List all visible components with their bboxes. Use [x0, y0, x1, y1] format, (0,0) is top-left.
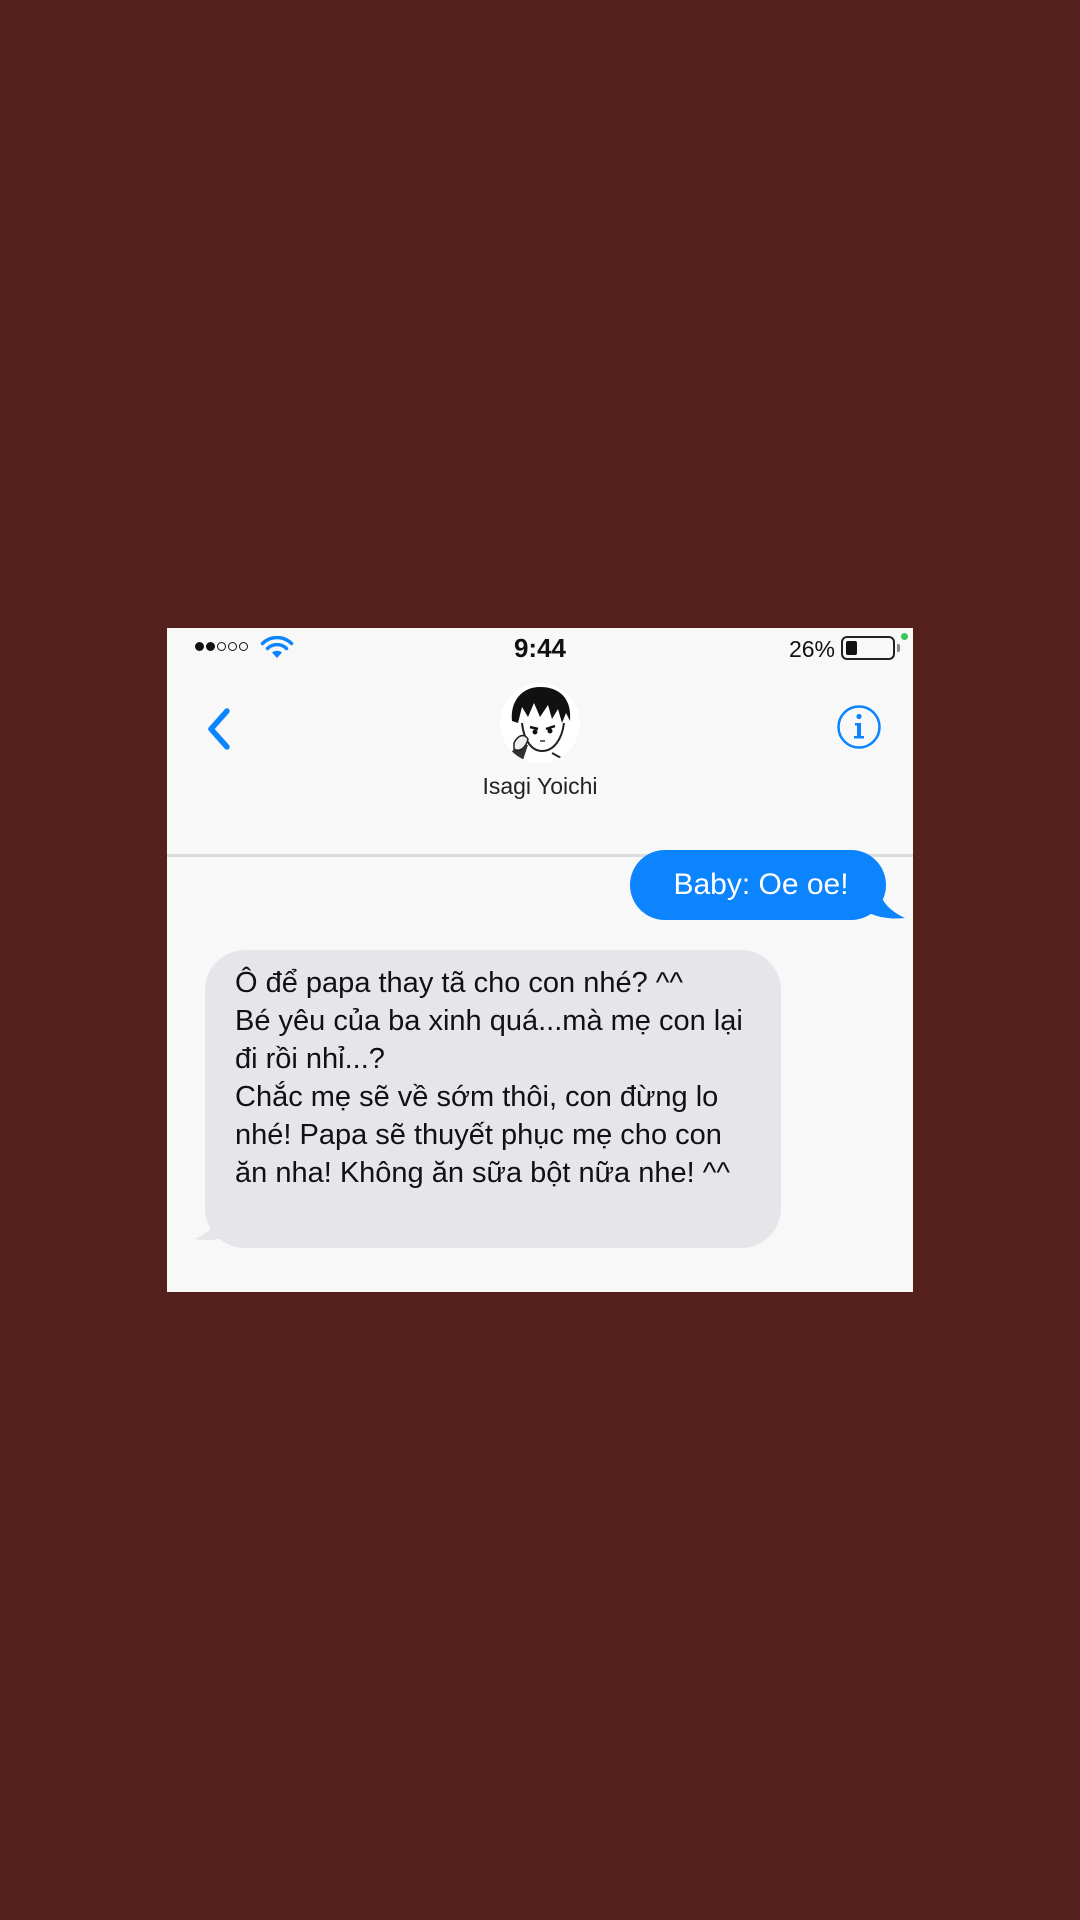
avatar-illustration: [500, 683, 580, 763]
conversation-header: Isagi Yoichi: [167, 668, 913, 857]
contact-name[interactable]: Isagi Yoichi: [167, 773, 913, 800]
battery-level: [846, 641, 857, 655]
battery-percent: 26%: [788, 636, 835, 662]
avatar[interactable]: [500, 683, 580, 763]
privacy-indicator: [901, 633, 908, 640]
incoming-message-bubble[interactable]: Ô để papa thay tã cho con nhé? ^^ Bé yêu…: [205, 950, 781, 1248]
outgoing-message-bubble[interactable]: Baby: Oe oe!: [630, 850, 886, 920]
battery-icon: [841, 636, 900, 660]
back-chevron-icon[interactable]: [201, 703, 237, 755]
phone-screen: 9:44 26% Isagi Yoichi Baby: Oe oe! Ô để …: [167, 628, 913, 1292]
status-bar: 9:44 26%: [167, 628, 913, 668]
info-icon[interactable]: [836, 704, 882, 750]
